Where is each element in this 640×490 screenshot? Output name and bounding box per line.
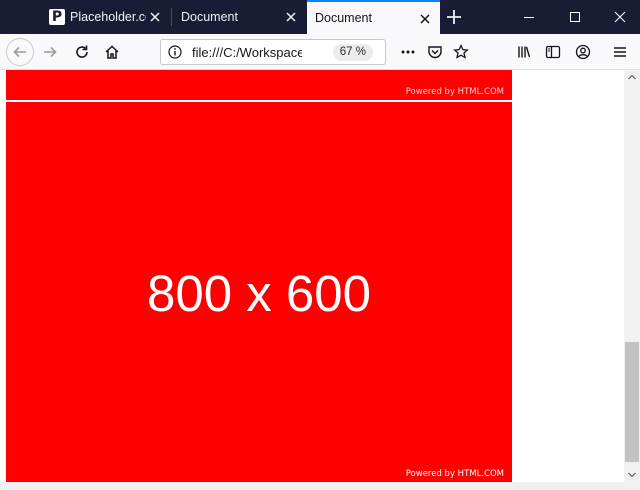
close-tab-icon[interactable]: [418, 12, 432, 26]
star-icon: [453, 44, 469, 59]
scrollbar-thumb[interactable]: [625, 342, 639, 462]
tab-label: Placeholder.com: [70, 10, 146, 24]
powered-by-label: Powered by HTML.COM: [405, 87, 504, 97]
hamburger-menu-icon: [614, 47, 626, 57]
bookmark-button[interactable]: [447, 38, 475, 66]
forward-arrow-icon: [44, 46, 57, 58]
reload-icon: [76, 45, 88, 58]
window-bottom-edge: [0, 482, 640, 490]
tab-label: Document: [315, 11, 372, 25]
minimize-button[interactable]: [505, 0, 551, 34]
new-tab-plus-icon[interactable]: [444, 7, 464, 27]
tab-document-active[interactable]: Document: [307, 0, 440, 34]
scroll-down-arrow-icon[interactable]: [628, 472, 636, 478]
url-text[interactable]: file:///C:/Workspace: [192, 45, 302, 60]
tab-strip: P Placeholder.com Document Document: [0, 0, 640, 34]
close-window-button[interactable]: [596, 0, 640, 34]
placeholder-favicon-icon: P: [49, 9, 65, 25]
account-icon: [575, 44, 591, 60]
library-icon: [518, 46, 531, 58]
zoom-level-badge[interactable]: 67 %: [332, 44, 373, 61]
home-icon: [105, 45, 119, 59]
menu-button[interactable]: [606, 38, 634, 66]
close-tab-icon[interactable]: [284, 10, 298, 24]
forward-button[interactable]: [36, 38, 64, 66]
tab-document-1[interactable]: Document: [172, 0, 306, 34]
close-tab-icon[interactable]: [148, 10, 162, 24]
vertical-scrollbar[interactable]: [624, 70, 640, 482]
reload-button[interactable]: [68, 38, 96, 66]
nav-toolbar: file:///C:/Workspace 67 %: [0, 34, 640, 70]
more-dots-icon: [401, 50, 415, 54]
library-button[interactable]: [510, 38, 538, 66]
site-info-icon[interactable]: [168, 45, 182, 64]
page-actions-button[interactable]: [394, 38, 422, 66]
back-button[interactable]: [6, 38, 34, 66]
account-button[interactable]: [569, 38, 597, 66]
powered-by-label: Powered by HTML.COM: [405, 469, 504, 479]
home-button[interactable]: [98, 38, 126, 66]
pocket-button[interactable]: [421, 38, 449, 66]
maximize-button[interactable]: [551, 0, 597, 34]
sidebar-icon: [545, 45, 561, 59]
close-icon: [614, 11, 626, 23]
placeholder-dimensions-text: 800 x 600: [146, 265, 372, 322]
scroll-up-arrow-icon[interactable]: [628, 74, 636, 80]
page-viewport: Powered by HTML.COM 800 x 600 Powered by…: [0, 70, 624, 482]
placeholder-image-top: Powered by HTML.COM: [6, 70, 512, 100]
sidebar-toggle-button[interactable]: [539, 38, 567, 66]
back-arrow-icon: [13, 46, 26, 58]
tab-label: Document: [181, 10, 238, 24]
address-bar[interactable]: file:///C:/Workspace 67 %: [160, 39, 386, 65]
pocket-icon: [428, 46, 442, 59]
maximize-icon: [570, 12, 580, 22]
placeholder-image-800x600: 800 x 600 Powered by HTML.COM: [6, 102, 512, 482]
minimize-icon: [524, 17, 534, 18]
tab-placeholder[interactable]: P Placeholder.com: [40, 0, 170, 34]
